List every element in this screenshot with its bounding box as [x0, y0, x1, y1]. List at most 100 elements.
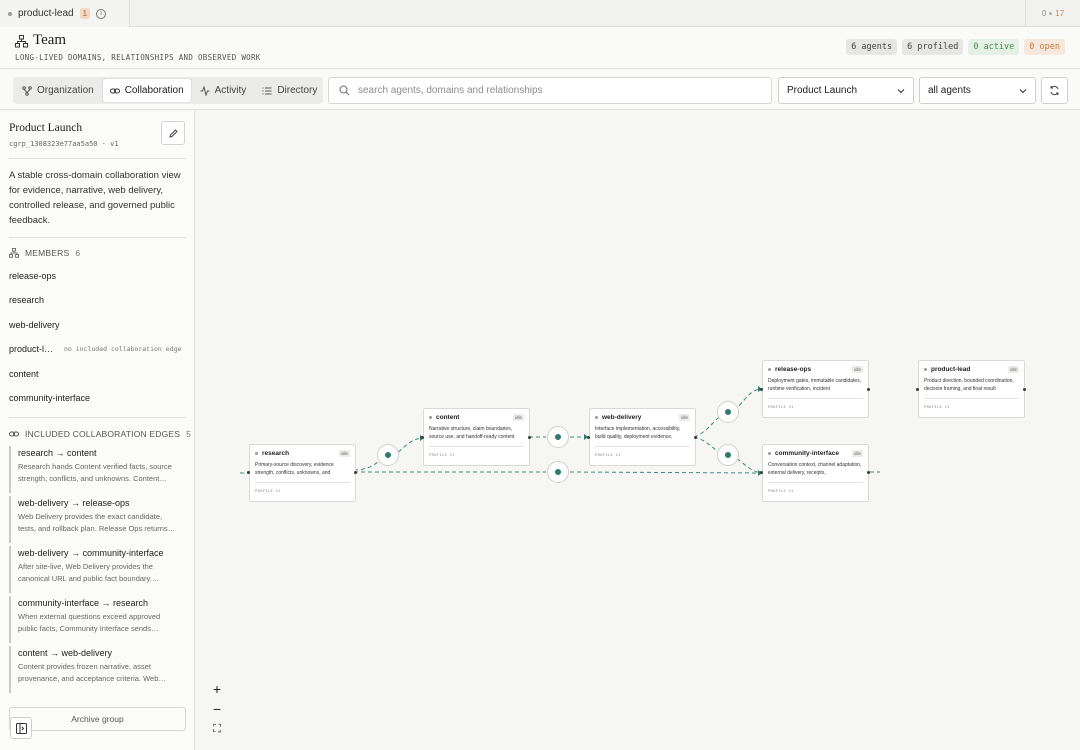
warn-count: 17	[1055, 9, 1065, 18]
node-description: Narrative structure, claim boundaries, s…	[429, 426, 515, 440]
edge-junction[interactable]	[547, 461, 569, 483]
org-chart-icon	[22, 85, 32, 96]
status-dot	[595, 416, 598, 419]
node-port[interactable]	[694, 436, 697, 439]
edge-junction[interactable]	[717, 401, 739, 423]
member-item[interactable]: release-ops	[9, 271, 56, 281]
archive-group-button[interactable]: Archive group	[9, 707, 186, 731]
refresh-button[interactable]	[1041, 77, 1068, 104]
agents-filter-select[interactable]: all agents	[919, 77, 1036, 104]
edges-label: INCLUDED COLLABORATION EDGES	[25, 429, 181, 439]
status-dot	[768, 368, 771, 371]
info-icon[interactable]: i	[96, 8, 107, 19]
node-port[interactable]	[1023, 388, 1026, 391]
node-profile-version: PROFILE V1	[255, 488, 281, 493]
member-item[interactable]: content	[9, 369, 39, 379]
pencil-icon	[168, 128, 178, 138]
edge-item[interactable]: research → content Research hands Conten…	[9, 446, 186, 493]
node-name: content	[436, 414, 460, 421]
node-status-badge: idle	[678, 414, 690, 421]
group-select[interactable]: Product Launch	[778, 77, 914, 104]
edge-item[interactable]: community-interface → research When exte…	[9, 596, 186, 643]
node-description: Interface implementation, accessibility,…	[595, 426, 681, 440]
edge-desc-line: Research hands Content verified facts, s…	[18, 462, 172, 471]
edge-item[interactable]: content → web-delivery Content provides …	[9, 646, 186, 693]
window-tab-bar: product-lead 1 i 0 17	[0, 0, 1080, 27]
node-description: Conversation context, channel adaptation…	[768, 462, 862, 476]
node-profile-version: PROFILE V1	[768, 488, 794, 493]
group-sidebar: Product Launch cgrp_1308323e77aa5a50 · v…	[0, 111, 195, 750]
edge-desc-line: After site-live, Web Delivery provides t…	[18, 562, 153, 571]
member-item[interactable]: research	[9, 295, 44, 305]
edge-junction[interactable]	[717, 444, 739, 466]
chevron-down-icon	[1019, 88, 1027, 93]
edge-junction[interactable]	[377, 444, 399, 466]
node-port[interactable]	[247, 471, 250, 474]
collapse-sidebar-button[interactable]	[10, 717, 32, 739]
edit-group-button[interactable]	[161, 121, 185, 145]
fit-view-button[interactable]: ⛶	[206, 719, 228, 739]
node-port[interactable]	[916, 388, 919, 391]
node-profile-version: PROFILE V1	[429, 452, 455, 457]
node-status-badge: idle	[338, 450, 350, 457]
divider	[768, 482, 863, 483]
member-note: no included collaboration edge	[64, 345, 182, 353]
member-item[interactable]: web-delivery	[9, 320, 60, 330]
node-port[interactable]	[760, 471, 763, 474]
search-input[interactable]	[358, 85, 758, 96]
node-port[interactable]	[354, 471, 357, 474]
zoom-in-button[interactable]: +	[206, 679, 228, 699]
edge-item[interactable]: web-delivery → community-interface After…	[9, 546, 186, 593]
activity-icon	[200, 85, 210, 96]
zoom-out-button[interactable]: −	[206, 699, 228, 719]
agent-node-content[interactable]: content idle Narrative structure, claim b…	[423, 408, 530, 466]
tab-directory[interactable]: Directory	[255, 79, 324, 102]
agent-node-web-delivery[interactable]: web-delivery idle Interface implementatio…	[589, 408, 696, 466]
status-indicator[interactable]: 0 17	[1025, 0, 1080, 27]
ok-count: 0	[1041, 9, 1047, 18]
edge-title: research → content	[18, 448, 97, 458]
link-icon	[9, 431, 19, 437]
node-port[interactable]	[867, 388, 870, 391]
sidebar-toggle-icon	[15, 722, 27, 734]
refresh-icon	[1050, 85, 1059, 96]
node-port[interactable]	[760, 388, 763, 391]
agents-count-badge: 6 agents	[846, 39, 898, 55]
team-icon	[15, 35, 28, 48]
node-port[interactable]	[867, 471, 870, 474]
agent-node-research[interactable]: research idle Primary-source discovery, e…	[249, 444, 356, 502]
edge-item[interactable]: web-delivery → release-ops Web Delivery …	[9, 496, 186, 543]
node-port[interactable]	[528, 436, 531, 439]
edges-section-header: INCLUDED COLLABORATION EDGES 5	[9, 429, 191, 439]
node-port[interactable]	[587, 436, 590, 439]
open-count-badge: 0 open	[1024, 39, 1065, 55]
active-count-badge: 0 active	[968, 39, 1020, 55]
agent-node-product-lead[interactable]: product-lead idle Product direction, boun…	[918, 360, 1025, 418]
link-icon	[109, 88, 120, 93]
tab-label: Activity	[214, 85, 247, 96]
collaboration-graph[interactable]: research idle Primary-source discovery, e…	[196, 111, 1080, 750]
members-section-header: MEMBERS 6	[9, 248, 80, 258]
edge-junction[interactable]	[547, 426, 569, 448]
members-count: 6	[75, 248, 81, 258]
edge-desc-line: Web Delivery provides the exact candidat…	[18, 512, 163, 521]
page-title: Team	[33, 32, 67, 48]
member-item[interactable]: product-l…	[9, 344, 53, 354]
edge-description: After site-live, Web Delivery provides t…	[18, 561, 186, 585]
search-icon	[339, 85, 350, 96]
edge-desc-line: Content provides frozen narrative, asset	[18, 662, 151, 671]
agent-node-release-ops[interactable]: release-ops idle Deployment gates, immuta…	[762, 360, 869, 418]
tab-label: Directory	[277, 85, 318, 96]
tab-product-lead[interactable]: product-lead 1 i	[0, 0, 130, 27]
tab-label: Organization	[37, 85, 94, 96]
tab-collaboration[interactable]: Collaboration	[102, 79, 191, 102]
node-name: community-interface	[775, 450, 839, 457]
node-profile-version: PROFILE V1	[768, 404, 794, 409]
tab-organization[interactable]: Organization	[15, 79, 101, 102]
search-box	[328, 77, 772, 104]
node-port[interactable]	[421, 436, 424, 439]
tab-activity[interactable]: Activity	[193, 79, 254, 102]
node-name: web-delivery	[602, 414, 642, 421]
member-item[interactable]: community-interface	[9, 393, 90, 403]
agent-node-community-interface[interactable]: community-interface idle Conversation con…	[762, 444, 869, 502]
